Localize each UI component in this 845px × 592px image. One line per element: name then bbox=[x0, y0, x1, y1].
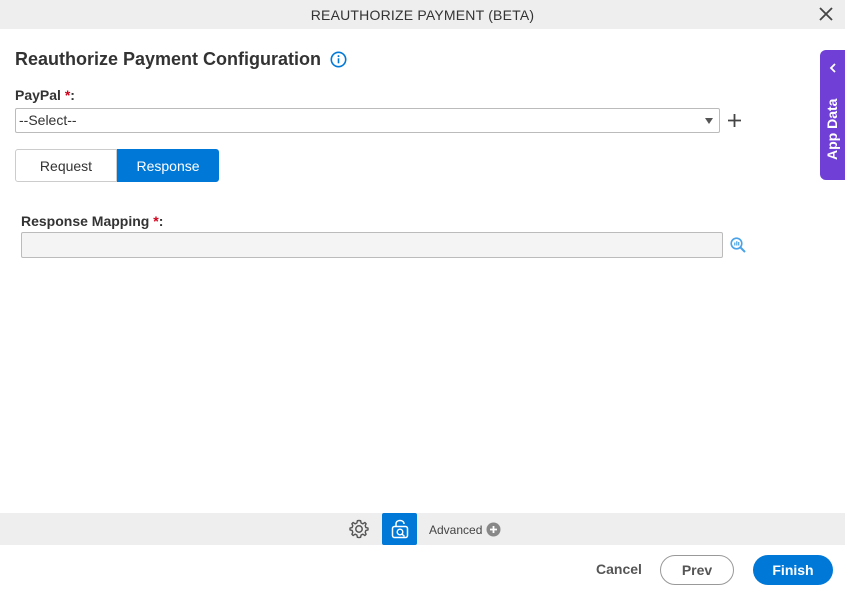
chevron-left-icon bbox=[829, 63, 836, 73]
info-icon[interactable] bbox=[330, 51, 347, 68]
paypal-label-text: PayPal bbox=[15, 87, 61, 103]
search-icon[interactable] bbox=[729, 236, 747, 254]
finish-button[interactable]: Finish bbox=[753, 555, 833, 585]
paypal-select-value: --Select-- bbox=[19, 112, 77, 128]
paypal-label: PayPal *: bbox=[15, 87, 75, 103]
response-mapping-input[interactable] bbox=[21, 232, 723, 258]
bottom-toolbar bbox=[0, 513, 845, 545]
response-mapping-label-suffix: : bbox=[158, 213, 164, 229]
paypal-label-suffix: : bbox=[70, 87, 75, 103]
close-icon[interactable] bbox=[817, 5, 835, 23]
tab-response[interactable]: Response bbox=[117, 149, 219, 182]
lock-camera-icon bbox=[391, 519, 409, 539]
prev-button[interactable]: Prev bbox=[660, 555, 734, 585]
tab-request-label: Request bbox=[39, 157, 93, 174]
page-title: Reauthorize Payment Configuration bbox=[15, 49, 322, 69]
request-response-tabs: Request Response bbox=[15, 149, 219, 182]
app-data-panel-toggle[interactable]: App Data bbox=[820, 50, 845, 180]
config-heading-row: Reauthorize Payment Configuration bbox=[15, 49, 347, 70]
unlock-camera-button[interactable] bbox=[382, 513, 417, 545]
response-mapping-label-text: Response Mapping bbox=[21, 213, 150, 229]
app-data-label: App Data bbox=[824, 98, 840, 160]
dialog-title-bar: REAUTHORIZE PAYMENT (BETA) bbox=[0, 0, 845, 29]
advanced-button[interactable]: Advanced bbox=[429, 522, 501, 537]
prev-label: Prev bbox=[681, 562, 713, 578]
chevron-down-icon bbox=[705, 118, 713, 124]
response-mapping-label: Response Mapping *: bbox=[21, 213, 163, 229]
gear-icon[interactable] bbox=[348, 518, 370, 540]
tab-request[interactable]: Request bbox=[15, 149, 117, 182]
plus-circle-icon bbox=[486, 522, 501, 537]
cancel-button[interactable]: Cancel bbox=[596, 561, 642, 577]
paypal-select[interactable]: --Select-- bbox=[15, 108, 720, 133]
advanced-label: Advanced bbox=[429, 522, 483, 537]
dialog-title: REAUTHORIZE PAYMENT (BETA) bbox=[310, 6, 535, 23]
finish-label: Finish bbox=[772, 562, 814, 578]
tab-response-label: Response bbox=[136, 157, 200, 174]
plus-icon[interactable] bbox=[726, 112, 743, 129]
